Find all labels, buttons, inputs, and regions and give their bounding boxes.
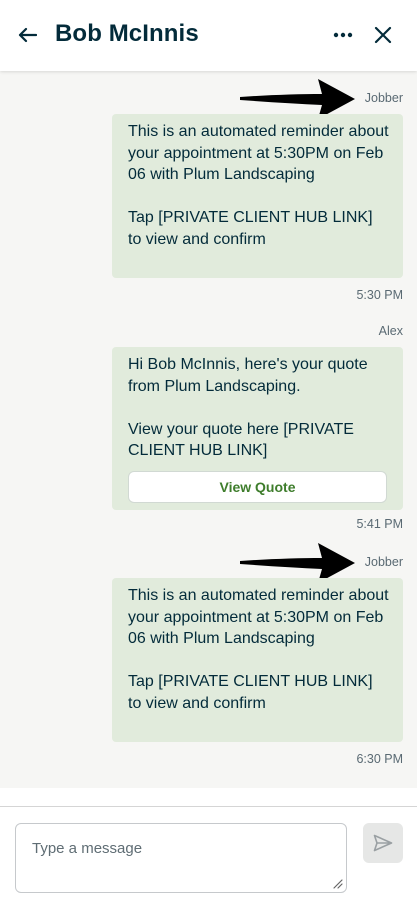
close-icon	[374, 26, 392, 44]
message-bubble: This is an automated reminder about your…	[112, 114, 403, 278]
message-text: This is an automated reminder about your…	[128, 587, 389, 712]
composer-divider	[0, 806, 417, 807]
message-timestamp: 6:30 PM	[356, 752, 403, 766]
message-text: This is an automated reminder about your…	[128, 123, 389, 248]
message-thread[interactable]: Jobber This is an automated reminder abo…	[0, 71, 417, 788]
close-button[interactable]	[370, 22, 396, 48]
message-timestamp: 5:41 PM	[356, 517, 403, 531]
resize-grip-icon[interactable]	[331, 877, 343, 889]
more-horizontal-icon	[333, 32, 353, 38]
send-button[interactable]	[363, 823, 403, 863]
back-button[interactable]	[13, 21, 41, 49]
message-timestamp: 5:30 PM	[356, 288, 403, 302]
arrow-left-icon	[18, 27, 37, 43]
conversation-header: Bob McInnis	[0, 0, 417, 71]
message-bubble: Hi Bob McInnis, here's your quote from P…	[112, 347, 403, 510]
message-text: Hi Bob McInnis, here's your quote from P…	[128, 356, 368, 459]
message-bubble: This is an automated reminder about your…	[112, 578, 403, 742]
message-input[interactable]: Type a message	[15, 823, 347, 893]
message-sender: Alex	[378, 324, 403, 338]
page-title: Bob McInnis	[55, 20, 199, 47]
send-icon	[373, 834, 393, 852]
message-sender: Jobber	[364, 91, 403, 105]
message-input-placeholder: Type a message	[32, 840, 143, 857]
message-sender: Jobber	[364, 555, 403, 569]
view-quote-button[interactable]: View Quote	[128, 470, 387, 503]
more-options-button[interactable]	[330, 22, 356, 48]
